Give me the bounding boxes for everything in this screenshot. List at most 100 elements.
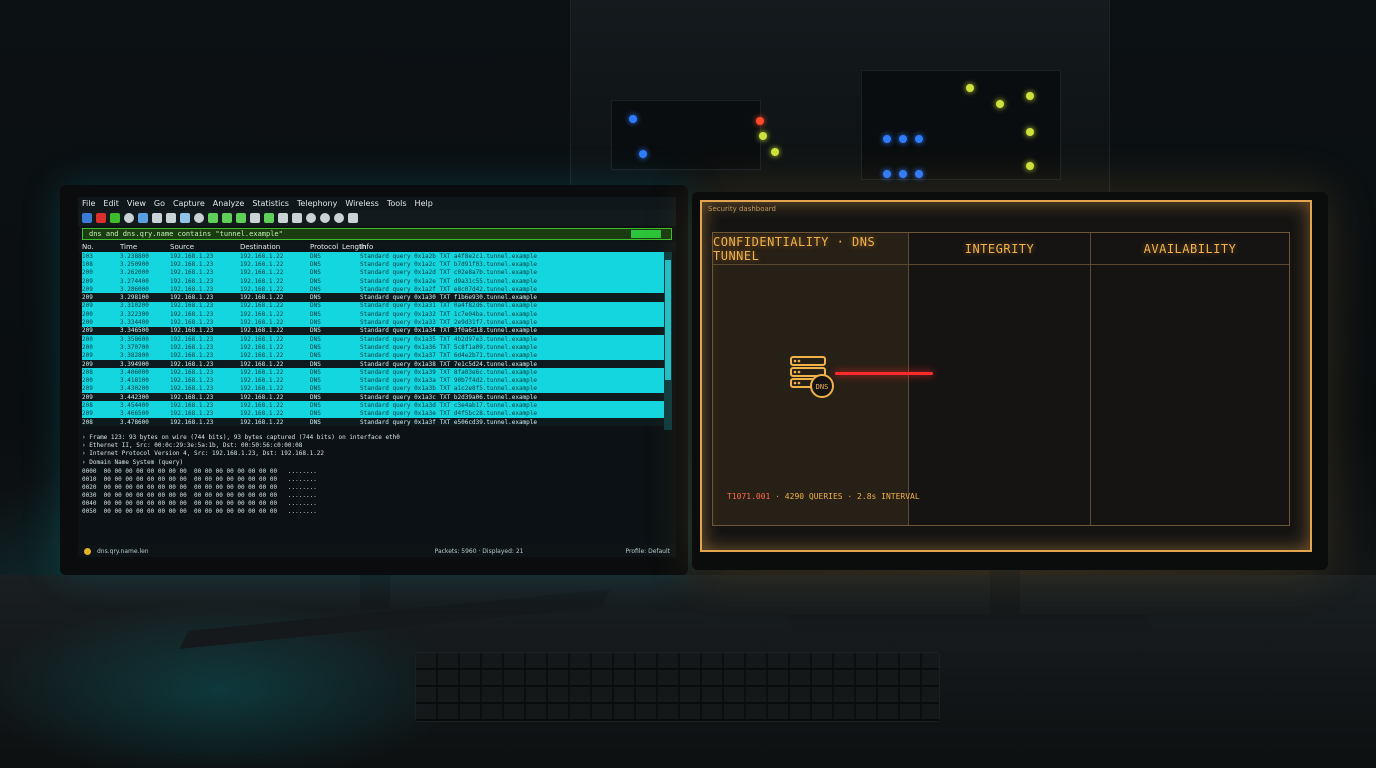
- column-availability[interactable]: AVAILABILITY: [1091, 233, 1289, 525]
- column-header-protocol[interactable]: Protocol: [310, 243, 342, 251]
- packet-cell-info: Standard query 0x1a2e TXT d9a31c55.tunne…: [360, 277, 538, 285]
- packet-row[interactable]: 209 3.274400 192.168.1.23 192.168.1.22 DNS St…: [82, 276, 672, 286]
- left-monitor: File Edit View Go Capture Analyze Statistics Te…: [60, 185, 688, 575]
- packet-cell-no: 200: [82, 343, 93, 351]
- packet-cell-info: Standard query 0x1a38 TXT 7e1c5d24.tunne…: [360, 360, 538, 368]
- menu-edit[interactable]: Edit: [103, 199, 119, 208]
- menu-analyze[interactable]: Analyze: [213, 199, 245, 208]
- packet-row[interactable]: 209 3.382800 192.168.1.23 192.168.1.22 DNS St…: [82, 351, 672, 360]
- column-header-source[interactable]: Source: [170, 243, 240, 251]
- status-packet-count: Packets: 5960 · Displayed: 21: [434, 547, 524, 555]
- column-header-length[interactable]: Length: [342, 243, 366, 251]
- packet-row[interactable]: 209 3.310200 192.168.1.23 192.168.1.22 DNS St…: [82, 301, 672, 311]
- packet-row[interactable]: 200 3.262000 192.168.1.23 192.168.1.22 DNS St…: [82, 268, 672, 277]
- column-header-time[interactable]: Time: [120, 243, 170, 251]
- menu-capture[interactable]: Capture: [173, 199, 205, 208]
- column-header-no[interactable]: No.: [82, 243, 120, 251]
- detail-tree-item[interactable]: › Domain Name System (query): [82, 459, 672, 467]
- column-header-info[interactable]: Info: [360, 243, 660, 251]
- packet-row[interactable]: 200 3.322300 192.168.1.23 192.168.1.22 DNS St…: [82, 310, 672, 319]
- main-toolbar: [78, 210, 676, 226]
- packet-row[interactable]: 209 3.430200 192.168.1.23 192.168.1.22 DNS St…: [82, 384, 672, 394]
- packet-cell-dst: 192.168.1.22: [240, 260, 284, 268]
- menu-statistics[interactable]: Statistics: [252, 199, 289, 208]
- close-file-icon[interactable]: [166, 213, 176, 223]
- stop-capture-icon[interactable]: [96, 213, 106, 223]
- menu-tools[interactable]: Tools: [387, 199, 407, 208]
- packet-row[interactable]: 209 3.298100 192.168.1.23 192.168.1.22 DNS St…: [82, 293, 672, 302]
- packet-cell-src: 192.168.1.23: [170, 252, 214, 260]
- go-forward-icon[interactable]: [222, 213, 232, 223]
- packet-row[interactable]: 208 3.406000 192.168.1.23 192.168.1.22 DNS St…: [82, 368, 672, 377]
- packet-cell-dst: 192.168.1.22: [240, 252, 284, 260]
- packet-row[interactable]: 200 3.370700 192.168.1.23 192.168.1.22 DNS St…: [82, 343, 672, 352]
- display-filter-input[interactable]: dns and dns.qry.name contains "tunnel.ex…: [82, 228, 672, 240]
- menu-help[interactable]: Help: [415, 199, 433, 208]
- packet-cell-time: 3.370700: [120, 343, 149, 351]
- packet-cell-proto: DNS: [310, 385, 321, 393]
- menu-file[interactable]: File: [82, 199, 95, 208]
- column-header-destination[interactable]: Destination: [240, 243, 310, 251]
- packet-cell-info: Standard query 0x1a36 TXT 5c8f1a09.tunne…: [360, 343, 538, 351]
- packet-cell-src: 192.168.1.23: [170, 368, 214, 376]
- open-file-icon[interactable]: [138, 213, 148, 223]
- detail-tree-item[interactable]: › Internet Protocol Version 4, Src: 192.…: [82, 450, 672, 458]
- resize-columns-icon[interactable]: [348, 213, 358, 223]
- packet-list[interactable]: 103 3.238800 192.168.1.23 192.168.1.22 DNS St…: [82, 252, 672, 430]
- packet-cell-time: 3.406000: [120, 368, 149, 376]
- packet-row[interactable]: 209 3.442300 192.168.1.23 192.168.1.22 DNS St…: [82, 393, 672, 402]
- status-profile[interactable]: Profile: Default: [625, 548, 670, 555]
- go-to-packet-icon[interactable]: [236, 213, 246, 223]
- reload-icon[interactable]: [180, 213, 190, 223]
- first-packet-icon[interactable]: [250, 213, 260, 223]
- apply-filter-button[interactable]: [631, 230, 661, 238]
- menu-telephony[interactable]: Telephony: [297, 199, 337, 208]
- packet-cell-dst: 192.168.1.22: [240, 377, 284, 385]
- packet-cell-time: 3.238800: [120, 252, 149, 260]
- packet-row[interactable]: 103 3.238800 192.168.1.23 192.168.1.22 DNS St…: [82, 252, 672, 261]
- normal-size-icon[interactable]: [334, 213, 344, 223]
- colorize-icon[interactable]: [292, 213, 302, 223]
- detail-tree-item[interactable]: › Frame 123: 93 bytes on wire (744 bits)…: [82, 434, 672, 442]
- packet-cell-no: 103: [82, 252, 93, 260]
- packet-list-scrollbar[interactable]: [664, 252, 672, 430]
- shark-fin-start-icon[interactable]: [82, 213, 92, 223]
- packet-cell-dst: 192.168.1.22: [240, 310, 284, 318]
- packet-cell-dst: 192.168.1.22: [240, 277, 284, 285]
- packet-row[interactable]: 200 3.358600 192.168.1.23 192.168.1.22 DNS St…: [82, 334, 672, 344]
- expert-info-icon[interactable]: [84, 547, 91, 555]
- packet-row[interactable]: 209 3.394900 192.168.1.23 192.168.1.22 DNS St…: [82, 359, 672, 369]
- packet-cell-proto: DNS: [310, 310, 321, 318]
- packet-cell-no: 209: [82, 385, 93, 393]
- menu-view[interactable]: View: [127, 199, 146, 208]
- zoom-out-icon[interactable]: [320, 213, 330, 223]
- last-packet-icon[interactable]: [264, 213, 274, 223]
- packet-row[interactable]: 209 3.286000 192.168.1.23 192.168.1.22 DNS St…: [82, 285, 672, 294]
- packet-row[interactable]: 208 3.454400 192.168.1.23 192.168.1.22 DNS St…: [82, 401, 672, 410]
- column-confidentiality[interactable]: CONFIDENTIALITY · DNS TUNNEL DNS T1071.0…: [713, 233, 933, 525]
- packet-cell-dst: 192.168.1.22: [240, 302, 284, 310]
- right-monitor-foot: [786, 614, 1154, 630]
- packet-row[interactable]: 209 3.346500 192.168.1.23 192.168.1.22 DNS St…: [82, 326, 672, 335]
- packet-details-pane[interactable]: › Frame 123: 93 bytes on wire (744 bits)…: [82, 434, 672, 468]
- go-back-icon[interactable]: [208, 213, 218, 223]
- keyboard: [415, 652, 940, 722]
- packet-cell-src: 192.168.1.23: [170, 260, 214, 268]
- find-packet-icon[interactable]: [194, 213, 204, 223]
- save-file-icon[interactable]: [152, 213, 162, 223]
- packet-row[interactable]: 108 3.250900 192.168.1.23 192.168.1.22 DNS St…: [82, 260, 672, 269]
- menu-go[interactable]: Go: [154, 199, 165, 208]
- packet-row[interactable]: 200 3.418100 192.168.1.23 192.168.1.22 DNS St…: [82, 376, 672, 385]
- packet-cell-no: 209: [82, 327, 93, 335]
- capture-options-icon[interactable]: [124, 213, 134, 223]
- column-integrity[interactable]: INTEGRITY: [909, 233, 1091, 525]
- restart-capture-icon[interactable]: [110, 213, 120, 223]
- zoom-in-icon[interactable]: [306, 213, 316, 223]
- packet-bytes-pane[interactable]: 0000 00 00 00 00 00 00 00 00 00 00 00 00…: [82, 468, 672, 524]
- packet-row[interactable]: 208 3.478600 192.168.1.23 192.168.1.22 DNS St…: [82, 417, 672, 427]
- packet-row[interactable]: 200 3.334400 192.168.1.23 192.168.1.22 DNS St…: [82, 318, 672, 327]
- detail-tree-item[interactable]: › Ethernet II, Src: 00:0c:29:3e:5a:1b, D…: [82, 442, 672, 450]
- menu-wireless[interactable]: Wireless: [345, 199, 378, 208]
- packet-row[interactable]: 209 3.466500 192.168.1.23 192.168.1.22 DNS St…: [82, 409, 672, 418]
- auto-scroll-icon[interactable]: [278, 213, 288, 223]
